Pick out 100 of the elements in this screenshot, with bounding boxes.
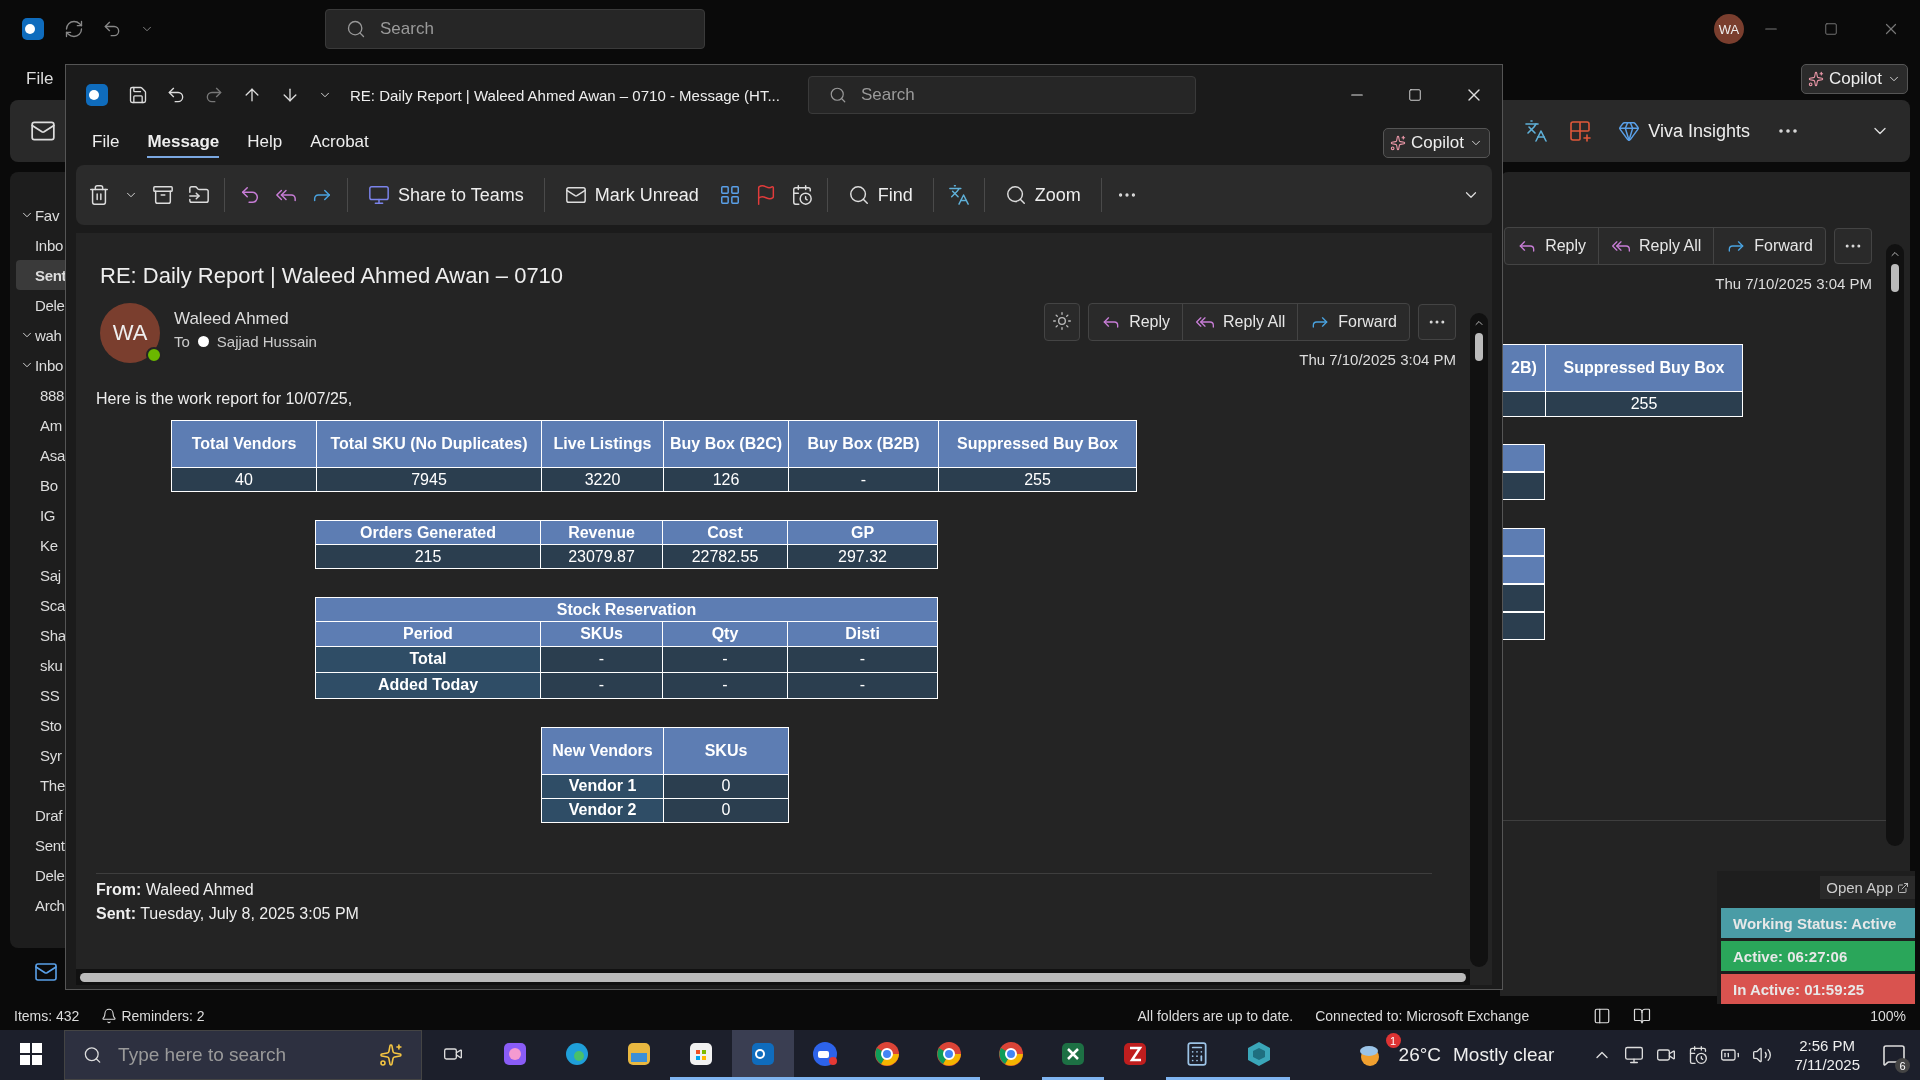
table-cell: 40 <box>171 467 317 492</box>
table-cell: 0 <box>663 798 789 823</box>
folder-item[interactable]: Sent <box>16 830 65 860</box>
table-cell: - <box>662 646 788 673</box>
ribbon-tab[interactable]: File <box>92 128 120 158</box>
row-header: Vendor 1 <box>541 774 664 799</box>
account-avatar[interactable]: WA <box>1714 14 1744 44</box>
menu-tab[interactable]: File <box>26 69 54 89</box>
column-header: Buy Box (B2C) <box>663 420 789 468</box>
folder-item[interactable]: Arch <box>16 890 65 920</box>
column-header: Total SKU (No Duplicates) <box>316 420 542 468</box>
ribbon-tab[interactable]: Message <box>147 128 220 158</box>
weather-condition: Mostly clear <box>1453 1044 1555 1066</box>
table-cell: 255 <box>1545 391 1743 417</box>
reply-button[interactable]: Reply <box>1089 304 1183 340</box>
column-header: GP <box>787 520 938 545</box>
forward-button[interactable]: Forward <box>1713 228 1825 264</box>
table-cell: - <box>662 672 788 699</box>
status-bar-item: Working Status: Active <box>1721 908 1915 938</box>
item-count: Items: 432 <box>14 1008 80 1024</box>
folder-item[interactable]: Sca <box>16 590 65 620</box>
zoom-button[interactable]: Zoom <box>998 180 1087 210</box>
table-cell: 255 <box>938 467 1137 492</box>
reminders-count[interactable]: Reminders: 2 <box>121 1008 205 1024</box>
reply-all-button[interactable]: Reply All <box>1598 228 1714 264</box>
column-header: SKUs <box>540 621 663 647</box>
reply-button[interactable]: Reply <box>1505 228 1599 264</box>
table-cell: 215 <box>315 544 541 569</box>
folder-item[interactable]: Ke <box>16 530 65 560</box>
find-button[interactable]: Find <box>841 180 919 210</box>
folder-item[interactable]: Sha <box>16 620 65 650</box>
folder-item[interactable]: Dele <box>16 860 65 890</box>
table-cell: - <box>788 467 939 492</box>
folder-item[interactable]: Inbo <box>16 230 65 260</box>
window-title: RE: Daily Report | Waleed Ahmed Awan – 0710 - Message (HT... <box>350 86 780 104</box>
from-line: From: Waleed Ahmed Sent: Tuesday, July 8, 2025 3:05 PM <box>96 879 360 924</box>
search-box[interactable]: Search <box>807 76 1196 114</box>
folder-item[interactable]: The <box>16 770 65 800</box>
table-cell: 23079.87 <box>540 544 663 569</box>
temperature: 26°C <box>1398 1044 1441 1066</box>
column-header: New Vendors <box>541 727 664 775</box>
to-label: To <box>174 333 190 350</box>
sender-name[interactable]: Waleed Ahmed <box>174 309 317 329</box>
folder-item[interactable]: Fav <box>16 200 65 230</box>
search-field[interactable]: Search <box>378 18 684 40</box>
table-cell: - <box>787 672 938 699</box>
folder-item[interactable]: Syr <box>16 740 65 770</box>
insights-button[interactable]: Viva Insights <box>1612 116 1756 146</box>
column-header: Live Listings <box>541 420 664 468</box>
ribbon-tab[interactable]: Acrobat <box>310 128 369 158</box>
folder-item[interactable]: wah <box>16 320 65 350</box>
clock[interactable]: 2:56 PM 7/11/2025 <box>1794 1035 1860 1075</box>
search-field[interactable]: Search <box>858 84 1175 106</box>
folder-item[interactable]: Draf <box>16 800 65 830</box>
table-cell: 0 <box>663 774 789 799</box>
folder-item[interactable]: Am <box>16 410 65 440</box>
column-header: Buy Box (B2B) <box>788 420 939 468</box>
folder-item[interactable]: SS <box>16 680 65 710</box>
weather-badge: 1 <box>1385 1033 1401 1048</box>
message-subject: RE: Daily Report | Waleed Ahmed Awan – 0710 <box>100 263 565 289</box>
folder-item[interactable]: Inbo <box>16 350 65 380</box>
folder-item[interactable]: Saj <box>16 560 65 590</box>
column-header: Revenue <box>540 520 663 545</box>
copilot-button[interactable]: Copilot <box>1383 128 1490 158</box>
column-header: Suppressed Buy Box <box>938 420 1137 468</box>
folder-item[interactable]: Dele <box>16 290 65 320</box>
recipient-name[interactable]: Sajjad Hussain <box>216 333 317 350</box>
folder-item[interactable]: IG <box>16 500 65 530</box>
search-box[interactable]: Search <box>325 9 705 49</box>
folder-item[interactable]: sku <box>16 650 65 680</box>
folder-item[interactable]: Sent <box>16 260 65 290</box>
copilot-button[interactable]: Copilot <box>1801 64 1908 94</box>
column-header: 2B) <box>1502 344 1546 392</box>
folder-item[interactable]: 888 <box>16 380 65 410</box>
column-header: Disti <box>787 621 938 647</box>
column-header: Total Vendors <box>171 420 317 468</box>
column-header: Cost <box>662 520 788 545</box>
table-cell: 7945 <box>316 467 542 492</box>
table-title: Stock Reservation <box>315 597 938 622</box>
forward-button[interactable]: Forward <box>1297 304 1409 340</box>
open-app-button[interactable]: Open App <box>1820 876 1915 899</box>
row-header: Added Today <box>315 672 541 699</box>
column-header: Suppressed Buy Box <box>1545 344 1743 392</box>
column-header: SKUs <box>663 727 789 775</box>
folder-item[interactable]: Bo <box>16 470 65 500</box>
received-date: Thu 7/10/2025 3:04 PM <box>1299 351 1456 368</box>
taskbar-search-box[interactable]: Type here to search <box>64 1030 422 1080</box>
status-bar-item: In Active: 01:59:25 <box>1721 974 1915 1004</box>
taskbar-search-field[interactable]: Type here to search <box>116 1043 366 1067</box>
mark-unread-button[interactable]: Mark Unread <box>558 180 705 210</box>
zoom-level[interactable]: 100% <box>1870 1008 1906 1024</box>
folder-item[interactable]: Sto <box>16 710 65 740</box>
reply-all-button[interactable]: Reply All <box>1182 304 1298 340</box>
notification-count: 6 <box>1895 1058 1910 1073</box>
share-to-teams-button[interactable]: Share to Teams <box>362 180 530 210</box>
ribbon-tab[interactable]: Help <box>247 128 283 158</box>
folder-item[interactable]: Asa <box>16 440 65 470</box>
row-header: Total <box>315 646 541 673</box>
status-bar-item: Active: 06:27:06 <box>1721 941 1915 971</box>
column-header: Period <box>315 621 541 647</box>
